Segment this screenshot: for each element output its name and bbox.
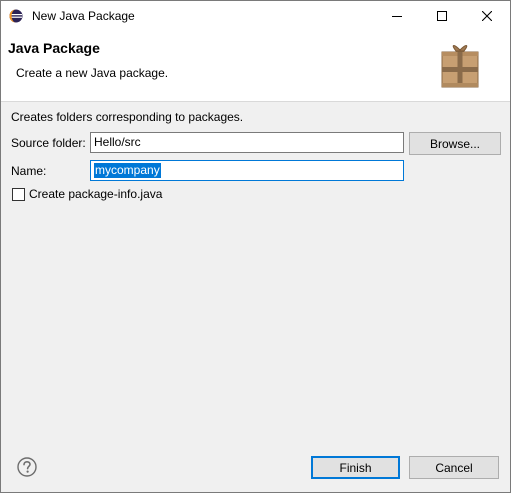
info-text: Creates folders corresponding to package… bbox=[11, 110, 244, 124]
name-input[interactable]: mycompany bbox=[90, 160, 404, 181]
source-folder-label: Source folder: bbox=[11, 136, 86, 150]
name-value: mycompany bbox=[94, 163, 161, 178]
source-folder-input[interactable]: Hello/src bbox=[90, 132, 404, 153]
dialog-window: New Java Package Java Package Create a n… bbox=[0, 0, 511, 493]
name-label: Name: bbox=[11, 164, 47, 178]
minimize-icon bbox=[391, 16, 402, 17]
maximize-button[interactable] bbox=[419, 1, 464, 31]
package-info-label[interactable]: Create package-info.java bbox=[29, 187, 162, 201]
source-folder-value: Hello/src bbox=[94, 135, 141, 149]
header-banner: Java Package Create a new Java package. bbox=[1, 31, 510, 102]
cancel-button[interactable]: Cancel bbox=[409, 456, 499, 479]
package-info-checkbox[interactable] bbox=[12, 188, 25, 201]
package-icon bbox=[441, 45, 479, 88]
page-title: Java Package bbox=[8, 40, 100, 56]
close-icon bbox=[481, 11, 492, 21]
finish-button[interactable]: Finish bbox=[311, 456, 400, 479]
close-button[interactable] bbox=[464, 1, 509, 31]
minimize-button[interactable] bbox=[374, 1, 419, 31]
page-description: Create a new Java package. bbox=[16, 66, 169, 80]
browse-button[interactable]: Browse... bbox=[409, 132, 501, 155]
window-title: New Java Package bbox=[32, 9, 135, 23]
eclipse-icon bbox=[9, 9, 23, 23]
maximize-icon bbox=[436, 11, 447, 21]
help-icon[interactable] bbox=[17, 457, 37, 477]
title-bar[interactable]: New Java Package bbox=[1, 1, 510, 31]
